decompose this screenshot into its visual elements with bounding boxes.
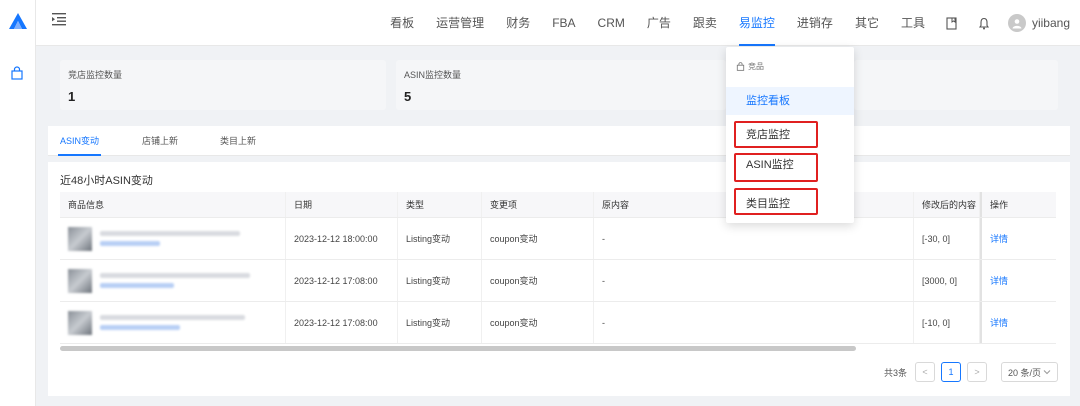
shopping-bag-icon: [736, 62, 745, 71]
highlight-box-asin-monitor: [734, 153, 818, 182]
nav-item-finance[interactable]: 财务: [495, 0, 541, 46]
user-menu[interactable]: yiibang: [1007, 14, 1070, 32]
date-cell: 2023-12-12 17:08:00: [286, 260, 398, 301]
nav-item-dashboard[interactable]: 看板: [379, 0, 425, 46]
dropdown-group-label: 竞品: [748, 62, 764, 71]
menu-item-monitor-dashboard[interactable]: 监控看板: [726, 87, 854, 115]
bell-icon[interactable]: [977, 16, 991, 30]
action-cell: 详情: [980, 218, 1046, 259]
nav-item-ads[interactable]: 广告: [636, 0, 682, 46]
page-size-select[interactable]: 20 条/页: [1000, 362, 1058, 382]
user-name: yiibang: [1031, 16, 1070, 30]
tab-category-new[interactable]: 类目上新: [220, 126, 256, 156]
stat-label: ASIN监控数量: [404, 70, 462, 80]
shopping-bag-icon[interactable]: [10, 66, 24, 80]
total-count: 共3条: [883, 367, 907, 378]
asin-change-table: 商品信息 日期 类型 变更项 原内容 修改后的内容 操作 2023-12-12 …: [60, 192, 1056, 344]
type-cell: Listing变动: [398, 218, 482, 259]
page-button-current[interactable]: 1: [940, 362, 961, 382]
page-size-value: 20 条/页: [1007, 367, 1041, 378]
tab-bar: ASIN变动 店铺上新 类目上新: [48, 126, 1070, 156]
pagination: 共3条 < 1 > 20 条/页: [884, 362, 1058, 382]
modified-cell: [-10, 0]: [914, 302, 980, 343]
nav-item-inventory[interactable]: 进销存: [786, 0, 844, 46]
document-icon[interactable]: [945, 16, 959, 30]
col-action: 操作: [980, 192, 1046, 217]
panel-title: 近48小时ASIN变动: [60, 175, 153, 187]
change-cell: coupon变动: [482, 302, 594, 343]
asin-change-panel: 近48小时ASIN变动 商品信息 日期 类型 变更项 原内容 修改后的内容 操作…: [48, 162, 1070, 396]
stat-label: 竞店监控数量: [68, 70, 123, 80]
chevron-down-icon: [1043, 370, 1051, 375]
tab-shop-new[interactable]: 店铺上新: [142, 126, 178, 156]
product-title-blurred: [100, 231, 240, 246]
detail-link[interactable]: 详情: [990, 316, 1008, 329]
menu-collapse-icon[interactable]: [52, 12, 68, 26]
original-cell: -: [594, 218, 914, 259]
top-bar: 看板 运营管理 财务 FBA CRM 广告 跟卖 易监控 进销存 其它 工具 y…: [36, 0, 1080, 46]
stat-card-shop-monitor: 竞店监控数量 1: [60, 60, 386, 110]
nav-item-tools[interactable]: 工具: [890, 0, 936, 46]
col-type: 类型: [398, 192, 482, 217]
product-thumbnail: [68, 310, 92, 335]
nav-item-operations[interactable]: 运营管理: [425, 0, 495, 46]
dropdown-group-header: 竞品: [736, 61, 764, 72]
table-header: 商品信息 日期 类型 变更项 原内容 修改后的内容 操作: [60, 192, 1056, 218]
type-cell: Listing变动: [398, 260, 482, 301]
avatar: [1007, 14, 1026, 32]
original-cell: -: [594, 302, 914, 343]
highlight-box-shop-monitor: [734, 121, 818, 148]
product-title-blurred: [100, 273, 250, 288]
nav-item-monitor[interactable]: 易监控: [728, 0, 786, 46]
stat-card-asin-monitor: ASIN监控数量 5: [396, 60, 726, 110]
horizontal-scrollbar[interactable]: [60, 346, 856, 351]
action-cell: 详情: [980, 260, 1046, 301]
detail-link[interactable]: 详情: [990, 232, 1008, 245]
stat-card-extra: [854, 60, 1058, 110]
change-cell: coupon变动: [482, 260, 594, 301]
stat-value: 5: [404, 89, 412, 104]
detail-link[interactable]: 详情: [990, 274, 1008, 287]
side-rail: [0, 0, 36, 406]
product-thumbnail: [68, 268, 92, 293]
action-cell: 详情: [980, 302, 1046, 343]
date-cell: 2023-12-12 17:08:00: [286, 302, 398, 343]
type-cell: Listing变动: [398, 302, 482, 343]
table-row: 2023-12-12 17:08:00 Listing变动 coupon变动 -…: [60, 302, 1056, 344]
nav-item-fba[interactable]: FBA: [541, 0, 586, 46]
prev-page-button[interactable]: <: [914, 362, 935, 382]
original-cell: -: [594, 260, 914, 301]
product-info-cell[interactable]: [60, 260, 286, 301]
change-cell: coupon变动: [482, 218, 594, 259]
table-row: 2023-12-12 17:08:00 Listing变动 coupon变动 -…: [60, 260, 1056, 302]
tab-asin-change[interactable]: ASIN变动: [57, 126, 102, 156]
next-page-button[interactable]: >: [966, 362, 987, 382]
modified-cell: [-30, 0]: [914, 218, 980, 259]
date-cell: 2023-12-12 18:00:00: [286, 218, 398, 259]
app-logo[interactable]: [8, 12, 28, 30]
nav-item-other[interactable]: 其它: [844, 0, 890, 46]
product-info-cell[interactable]: [60, 218, 286, 259]
col-date: 日期: [286, 192, 398, 217]
product-title-blurred: [100, 315, 245, 330]
highlight-box-category-monitor: [734, 188, 818, 215]
product-thumbnail: [68, 226, 92, 251]
modified-cell: [3000, 0]: [914, 260, 980, 301]
col-product-info: 商品信息: [60, 192, 286, 217]
main-nav: 看板 运营管理 财务 FBA CRM 广告 跟卖 易监控 进销存 其它 工具 y…: [379, 0, 1080, 46]
col-change-item: 变更项: [482, 192, 594, 217]
product-info-cell[interactable]: [60, 302, 286, 343]
stat-value: 1: [68, 89, 76, 104]
nav-item-follow-sell[interactable]: 跟卖: [682, 0, 728, 46]
col-modified: 修改后的内容: [914, 192, 980, 217]
nav-item-crm[interactable]: CRM: [587, 0, 636, 46]
table-row: 2023-12-12 18:00:00 Listing变动 coupon变动 -…: [60, 218, 1056, 260]
